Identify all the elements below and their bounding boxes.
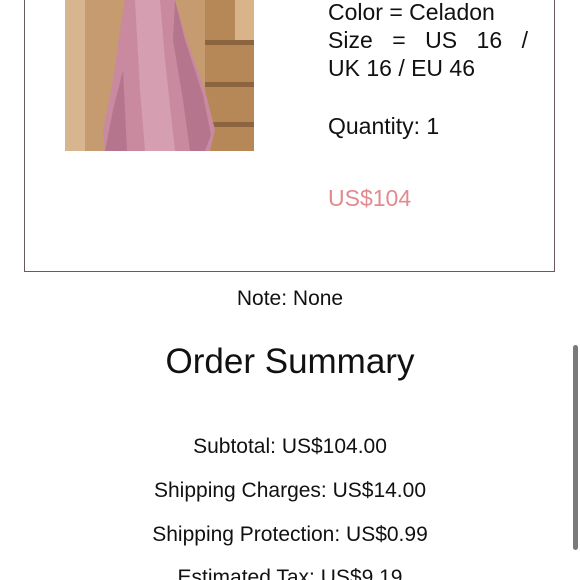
estimated-tax-line: Estimated Tax: US$9.19	[177, 566, 403, 580]
color-option: Color = Celadon	[328, 0, 495, 25]
size-option: Size = US 16 /	[328, 27, 528, 53]
product-image[interactable]	[65, 0, 254, 151]
size-option-conversion: UK 16 / EU 46	[328, 55, 476, 81]
shipping-protection-line: Shipping Protection: US$0.99	[152, 523, 428, 546]
order-note: Note: None	[236, 287, 344, 310]
order-summary-title: Order Summary	[165, 342, 415, 381]
item-price: US$104	[328, 185, 412, 211]
scrollbar[interactable]	[573, 345, 578, 550]
shipping-charges-line: Shipping Charges: US$14.00	[153, 479, 426, 502]
quantity-label: Quantity: 1	[328, 113, 440, 139]
gown-illustration	[65, 0, 254, 151]
order-details-page: Color = Celadon Size = US 16 / UK 16 / E…	[0, 0, 580, 580]
product-details: Color = Celadon Size = US 16 / UK 16 / E…	[328, 0, 528, 140]
subtotal-line: Subtotal: US$104.00	[193, 435, 387, 458]
product-card: Color = Celadon Size = US 16 / UK 16 / E…	[24, 0, 555, 272]
